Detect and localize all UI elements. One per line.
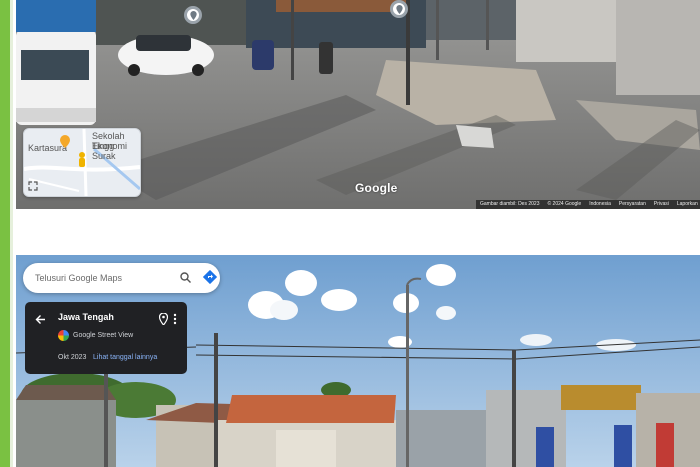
left-accent-bar: [0, 0, 10, 467]
photo-pin-1[interactable]: [184, 6, 202, 24]
terms-link[interactable]: Persyaratan: [619, 200, 646, 209]
location-icon: [395, 4, 403, 14]
report-link[interactable]: Laporkan: [677, 200, 698, 209]
privacy-link[interactable]: Privasi: [654, 200, 669, 209]
mini-map[interactable]: Kartasura Sekolah Tingg Ekonomi Surak: [23, 128, 141, 197]
capture-date: Okt 2023: [58, 354, 87, 361]
google-street-view-logo-icon: [58, 330, 69, 341]
location-icon: [189, 10, 197, 20]
search-box[interactable]: Telusuri Google Maps: [23, 263, 220, 293]
back-arrow-icon[interactable]: [35, 314, 46, 325]
poi-marker-icon: [60, 135, 70, 148]
location-pin-icon[interactable]: [159, 313, 168, 325]
search-input[interactable]: Telusuri Google Maps: [35, 273, 122, 283]
more-options-icon[interactable]: [173, 313, 177, 325]
left-accent-line: [10, 0, 13, 467]
image-footer-bar: Gambar diambil: Des 2023 © 2024 Google I…: [476, 200, 700, 209]
google-logo: Google: [355, 181, 398, 195]
directions-icon[interactable]: [203, 270, 217, 284]
expand-icon[interactable]: [28, 181, 38, 191]
photo-pin-2[interactable]: [390, 0, 408, 18]
location-title: Jawa Tengah: [58, 312, 114, 322]
copyright-label: © 2024 Google: [547, 201, 582, 207]
street-view-source: Google Street View: [58, 330, 133, 341]
country-link[interactable]: Indonesia: [589, 200, 611, 209]
street-view-panel-bottom[interactable]: Telusuri Google Maps Jawa Tengah Google …: [16, 255, 700, 467]
street-view-service-label: Google Street View: [73, 332, 134, 339]
street-view-info-card: Jawa Tengah Google Street View Okt 2023 …: [25, 302, 187, 374]
pegman-icon: [79, 152, 85, 167]
mini-map-poi-label-2: Ekonomi Surak: [92, 141, 128, 161]
street-view-panel-top[interactable]: Kartasura Sekolah Tingg Ekonomi Surak Go…: [16, 0, 700, 209]
see-more-dates-link[interactable]: Lihat tanggal lainnya: [93, 354, 157, 361]
image-date-label: Gambar diambil: Des 2023: [480, 201, 540, 207]
search-icon[interactable]: [180, 272, 191, 283]
